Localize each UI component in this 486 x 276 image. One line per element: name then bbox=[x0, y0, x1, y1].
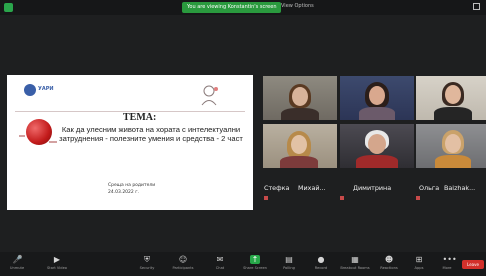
reactions-button[interactable]: ☻ Reactions bbox=[374, 255, 404, 275]
more-button[interactable]: ••• More bbox=[432, 255, 462, 275]
decor-swoosh bbox=[49, 141, 57, 143]
logo-mark-icon bbox=[24, 84, 36, 96]
participant-video-tile[interactable] bbox=[416, 124, 486, 168]
unmute-button[interactable]: 🎤 Unmute bbox=[2, 255, 32, 275]
muted-indicator bbox=[416, 196, 486, 201]
decor-swoosh bbox=[19, 135, 25, 137]
apps-icon: ⊞ bbox=[415, 255, 423, 264]
polling-button[interactable]: ▤ Polling bbox=[274, 255, 304, 275]
muted-mic-icon bbox=[264, 196, 268, 200]
people-icon: ☺ bbox=[178, 255, 188, 264]
participant-video-tile[interactable] bbox=[340, 124, 414, 168]
participant-name: Ольга bbox=[419, 184, 440, 192]
muted-mic-icon bbox=[416, 196, 420, 200]
participant-video-tile[interactable] bbox=[340, 76, 414, 120]
organization-logo: УАРИ bbox=[24, 84, 86, 98]
chat-bubble-icon: ✉ bbox=[216, 255, 224, 264]
more-icon: ••• bbox=[442, 255, 457, 264]
participants-button[interactable]: ☺ Participants bbox=[168, 255, 198, 275]
shared-slide: УАРИ ТЕМА: Как да улесним живота на хора… bbox=[7, 75, 253, 210]
microphone-icon: 🎤 bbox=[12, 255, 23, 264]
doodle-illustration bbox=[201, 85, 218, 106]
slide-subtitle: Как да улесним живота на хората с интеле… bbox=[59, 125, 243, 143]
leave-button[interactable]: Leave bbox=[462, 260, 484, 269]
logo-text: УАРИ bbox=[38, 86, 54, 92]
top-bar: You are viewing Konstantin's screen View… bbox=[0, 0, 486, 15]
start-video-button[interactable]: ▶ Start Video bbox=[42, 255, 72, 275]
shield-icon: ⛨ bbox=[144, 255, 150, 264]
screen-share-banner[interactable]: You are viewing Konstantin's screen bbox=[182, 2, 282, 13]
slide-heading: ТЕМА: bbox=[123, 112, 157, 123]
share-screen-button[interactable]: ↑ Share Screen bbox=[240, 255, 270, 275]
breakout-rooms-icon: ▦ bbox=[351, 255, 359, 264]
muted-indicator bbox=[264, 196, 334, 201]
muted-indicator bbox=[340, 196, 410, 201]
participant-name: Стефка bbox=[264, 184, 290, 192]
muted-mic-icon bbox=[340, 196, 344, 200]
participant-video-tile[interactable] bbox=[416, 76, 486, 120]
security-button[interactable]: ⛨ Security bbox=[132, 255, 162, 275]
fullscreen-icon[interactable] bbox=[473, 3, 480, 10]
participant-name: Baizhak... bbox=[444, 184, 476, 192]
participant-name: Димитрина bbox=[353, 184, 392, 192]
participant-name: Михай... bbox=[298, 184, 326, 192]
smiley-icon: ☻ bbox=[384, 255, 394, 264]
meeting-toolbar: 🎤 Unmute ▶ Start Video ⛨ Security ☺ Part… bbox=[0, 252, 486, 276]
shield-icon[interactable] bbox=[4, 3, 13, 12]
record-icon: ● bbox=[317, 255, 325, 264]
chat-button[interactable]: ✉ Chat bbox=[205, 255, 235, 275]
poll-icon: ▤ bbox=[285, 255, 293, 264]
slide-footer-org: Среща на родители bbox=[108, 183, 156, 188]
share-screen-icon: ↑ bbox=[250, 255, 260, 264]
video-camera-icon: ▶ bbox=[53, 255, 61, 264]
apps-button[interactable]: ⊞ Apps bbox=[404, 255, 434, 275]
slide-footer-date: 24.03.2022 г. bbox=[108, 190, 139, 195]
record-button[interactable]: ● Record bbox=[306, 255, 336, 275]
view-options-button[interactable]: View Options bbox=[281, 3, 314, 9]
participant-video-tile[interactable] bbox=[263, 124, 337, 168]
breakout-rooms-button[interactable]: ▦ Breakout Rooms bbox=[340, 255, 370, 275]
participant-video-tile[interactable] bbox=[263, 76, 337, 120]
